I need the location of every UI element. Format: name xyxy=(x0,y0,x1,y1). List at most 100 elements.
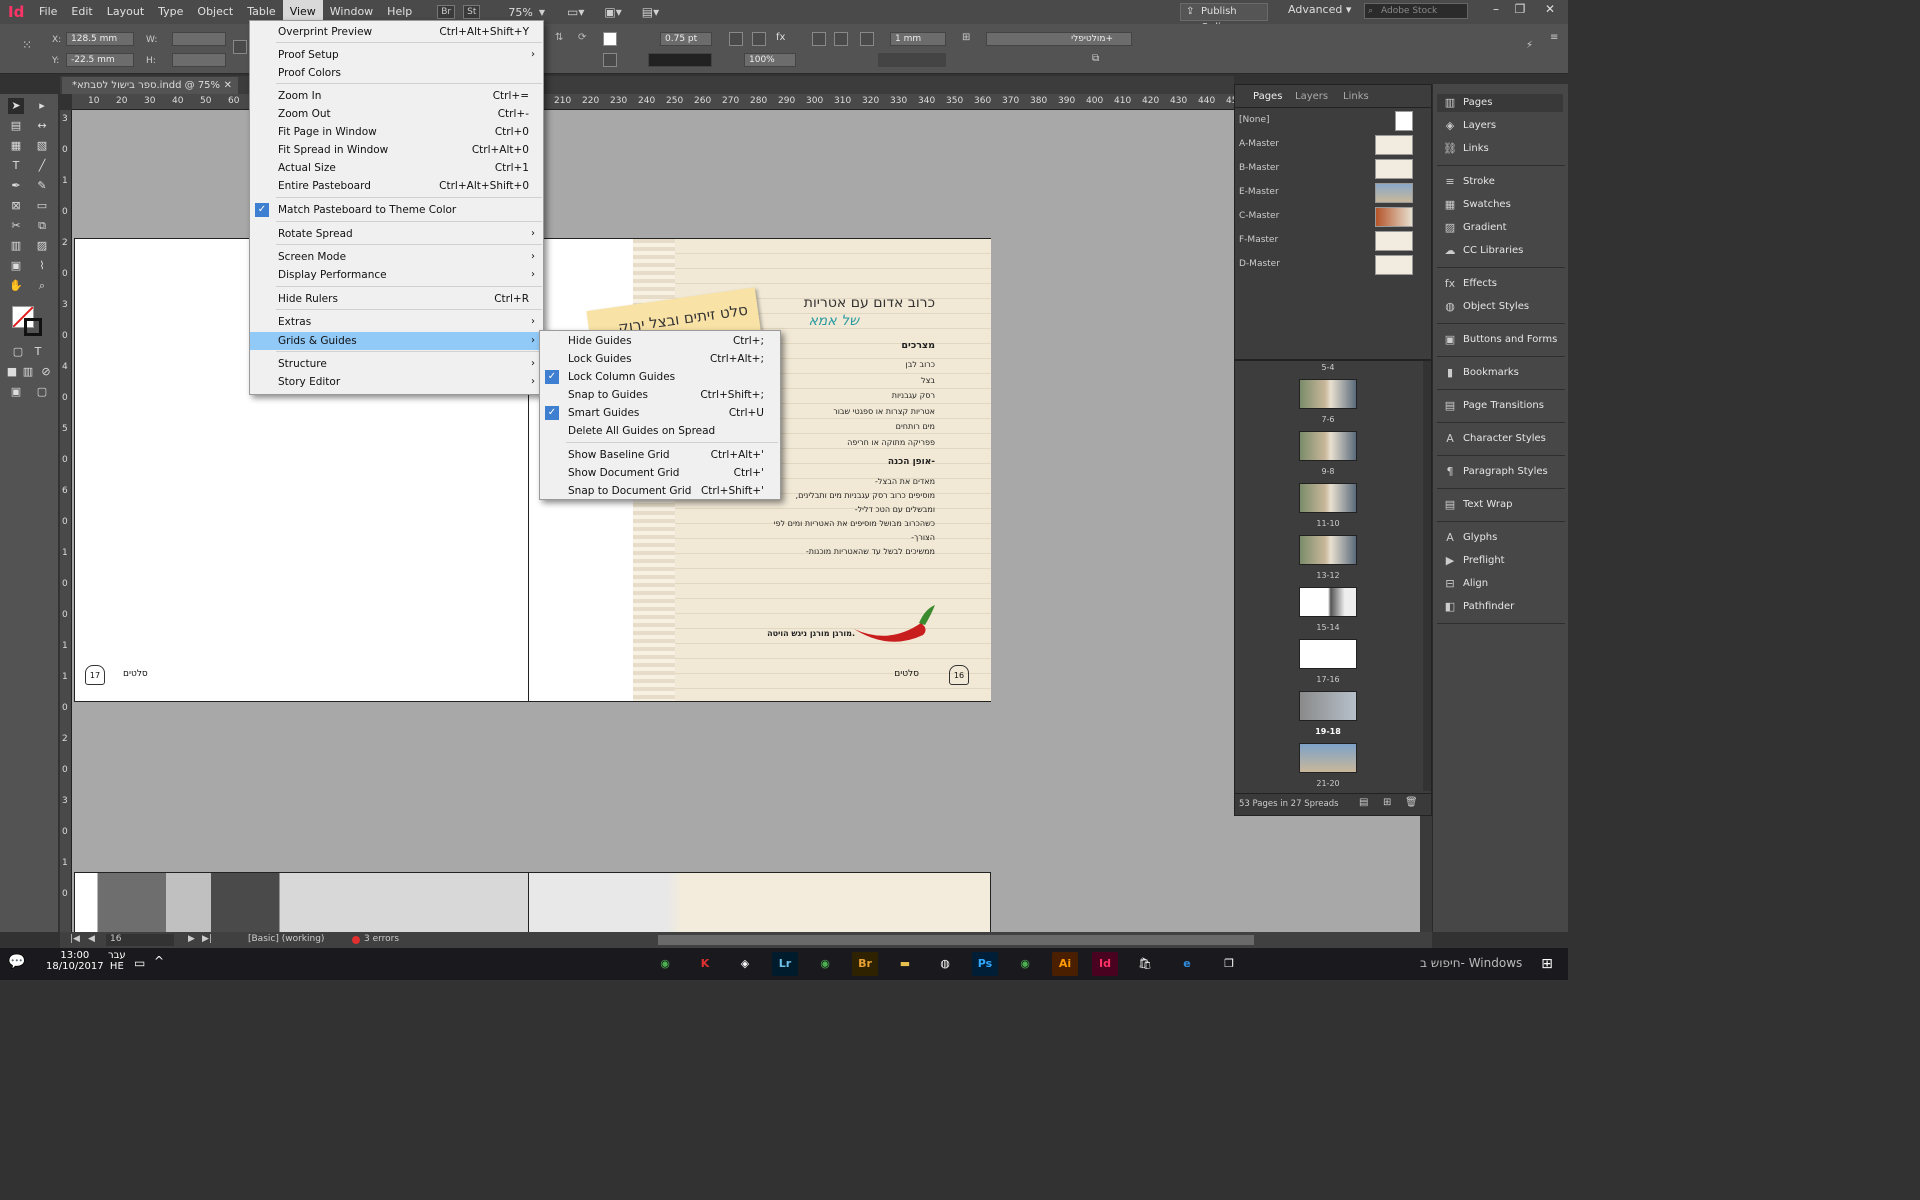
chrome-alt2-icon[interactable]: ◉ xyxy=(652,952,678,976)
first-page-icon[interactable]: |◀ xyxy=(70,934,80,944)
dock-pages[interactable]: ▥ Pages xyxy=(1437,94,1563,112)
previous-page-icon[interactable]: ◀ xyxy=(88,934,95,944)
chevron-down-icon[interactable]: ▼ xyxy=(539,8,545,17)
scissors-tool-icon[interactable]: ✂ xyxy=(8,218,24,234)
content-collector-icon[interactable]: ▦ xyxy=(8,138,24,154)
preflight-profile[interactable]: [Basic] (working) xyxy=(248,934,324,944)
menu-edit[interactable]: Edit xyxy=(64,0,99,24)
lightning-icon[interactable]: ⚡ xyxy=(1526,40,1540,54)
app-icon[interactable]: ◍ xyxy=(932,952,958,976)
view-menu-item[interactable]: Entire Pasteboard Ctrl+Alt+Shift+0 xyxy=(250,177,543,195)
app-icon-k[interactable]: K xyxy=(692,952,718,976)
grids-menu-item[interactable]: Snap to Document Grid Ctrl+Shift+' xyxy=(540,482,780,500)
object-style-select[interactable]: מולטיפלי+ xyxy=(986,32,1132,46)
content-placer-icon[interactable]: ▧ xyxy=(34,138,50,154)
lightroom-taskbar-icon[interactable]: Lr xyxy=(772,952,798,976)
constrain-proportions-icon[interactable] xyxy=(233,40,247,54)
workspace-switcher[interactable]: Advanced ▾ xyxy=(1288,3,1351,16)
eyedropper-tool-icon[interactable]: ⌇ xyxy=(34,258,50,274)
illustrator-taskbar-icon[interactable]: Ai xyxy=(1052,952,1078,976)
next-spread-right-page[interactable] xyxy=(528,872,991,932)
spread-thumb[interactable] xyxy=(1299,639,1357,669)
store-icon[interactable]: 🛍 xyxy=(1132,952,1158,976)
tab-links[interactable]: Links xyxy=(1343,91,1369,102)
panel-splitter[interactable] xyxy=(1235,359,1431,361)
gap-tool-icon[interactable]: ↔ xyxy=(34,118,50,134)
close-icon[interactable]: ✕ xyxy=(1538,0,1562,20)
master-a[interactable]: A-Master xyxy=(1239,139,1279,149)
restore-icon[interactable]: ❐ xyxy=(1508,0,1532,20)
view-menu-item[interactable]: Zoom In Ctrl+= xyxy=(250,87,543,105)
reference-point-icon[interactable]: ⁙ xyxy=(22,38,36,52)
view-menu-item[interactable]: Overprint Preview Ctrl+Alt+Shift+Y xyxy=(250,23,543,41)
height-field[interactable] xyxy=(172,53,226,67)
network-icon[interactable]: ▭ xyxy=(134,956,145,970)
grids-menu-item[interactable]: Snap to Guides Ctrl+Shift+; xyxy=(540,386,780,404)
notifications-icon[interactable]: 💬 xyxy=(8,954,25,970)
next-page-icon[interactable]: ▶ xyxy=(188,934,195,944)
object-style-icon[interactable]: ⊞ xyxy=(962,32,976,46)
spread-thumb[interactable] xyxy=(1299,431,1357,461)
master-d[interactable]: D-Master xyxy=(1239,259,1280,269)
pages-scrollbar[interactable] xyxy=(1423,361,1431,791)
pen-tool-icon[interactable]: ✒ xyxy=(8,178,24,194)
note-tool-icon[interactable]: ▣ xyxy=(8,258,24,274)
y-field[interactable]: -22.5 mm xyxy=(66,53,134,67)
file-explorer-icon[interactable]: ▬ xyxy=(892,952,918,976)
view-menu-item[interactable]: Extras › xyxy=(250,313,543,331)
dock-cc-libraries[interactable]: ☁ CC Libraries xyxy=(1443,242,1524,260)
dock-text-wrap[interactable]: ▤ Text Wrap xyxy=(1443,496,1513,514)
view-menu-item[interactable]: Grids & Guides › xyxy=(250,332,543,350)
chrome-icon[interactable]: ◉ xyxy=(1012,952,1038,976)
view-menu-item[interactable]: Proof Colors xyxy=(250,64,543,82)
formatting-container-icon[interactable]: ▢ xyxy=(10,344,26,360)
grids-menu-item[interactable]: Lock Guides Ctrl+Alt+; xyxy=(540,350,780,368)
width-field[interactable] xyxy=(172,32,226,46)
frame-fit-icon[interactable] xyxy=(729,32,743,46)
type-tool-icon[interactable]: T xyxy=(8,158,24,174)
panel-menu-icon[interactable]: ≡ xyxy=(1550,32,1564,46)
view-menu-item[interactable]: Match Pasteboard to Theme Color ✓ xyxy=(250,201,543,219)
chrome-alt-icon[interactable]: ◉ xyxy=(812,952,838,976)
spread-thumb[interactable] xyxy=(1299,379,1357,409)
spread-thumb[interactable] xyxy=(1299,691,1357,721)
task-view-icon[interactable]: ❐ xyxy=(1216,952,1242,976)
formatting-text-icon[interactable]: T xyxy=(30,344,46,360)
quick-apply-icon[interactable]: ⧉ xyxy=(1092,53,1106,67)
stock-button[interactable]: St xyxy=(463,5,481,19)
view-menu-item[interactable]: Zoom Out Ctrl+- xyxy=(250,105,543,123)
stroke-swatch-icon[interactable] xyxy=(24,318,42,336)
stroke-type-select[interactable] xyxy=(648,53,712,67)
master-thumb[interactable] xyxy=(1375,207,1413,227)
edge-icon[interactable]: e xyxy=(1174,952,1200,976)
gradient-swatch-tool-icon[interactable]: ▥ xyxy=(8,238,24,254)
dock-paragraph-styles[interactable]: ¶ Paragraph Styles xyxy=(1443,463,1548,481)
tab-pages[interactable]: Pages xyxy=(1253,91,1282,102)
opacity-field[interactable]: 100% xyxy=(744,53,796,67)
dock-effects[interactable]: fx Effects xyxy=(1443,275,1497,293)
dock-object-styles[interactable]: ◍ Object Styles xyxy=(1443,298,1529,316)
menu-layout[interactable]: Layout xyxy=(100,0,151,24)
normal-mode-icon[interactable]: ▣ xyxy=(8,384,24,400)
last-page-icon[interactable]: ▶| xyxy=(202,934,212,944)
grids-menu-item[interactable]: Smart Guides Ctrl+U ✓ xyxy=(540,404,780,422)
zoom-level[interactable]: 75% xyxy=(508,6,532,19)
master-thumb[interactable] xyxy=(1375,255,1413,275)
rotate-icon[interactable]: ⟳ xyxy=(578,32,592,46)
preflight-errors[interactable]: 3 errors xyxy=(364,934,399,944)
spread-thumb[interactable] xyxy=(1299,743,1357,773)
dock-align[interactable]: ⊟ Align xyxy=(1443,575,1488,593)
stroke-swatch-icon[interactable] xyxy=(603,53,617,67)
gap-field[interactable]: 1 mm xyxy=(890,32,946,46)
spread-thumb[interactable] xyxy=(1299,483,1357,513)
rectangle-frame-tool-icon[interactable]: ⊠ xyxy=(8,198,24,214)
publish-online-button[interactable]: ⇪ Publish Online xyxy=(1180,3,1268,33)
bridge-button[interactable]: Br xyxy=(437,5,456,19)
hand-tool-icon[interactable]: ✋ xyxy=(8,278,24,294)
grids-menu-item[interactable]: Show Document Grid Ctrl+' xyxy=(540,464,780,482)
horizontal-scrollbar-thumb[interactable] xyxy=(658,935,1254,945)
close-tab-icon[interactable]: ✕ xyxy=(224,77,232,94)
indesign-taskbar-icon[interactable]: Id xyxy=(1092,952,1118,976)
spread-thumb[interactable] xyxy=(1299,587,1357,617)
view-menu-item[interactable]: Hide Rulers Ctrl+R xyxy=(250,290,543,308)
